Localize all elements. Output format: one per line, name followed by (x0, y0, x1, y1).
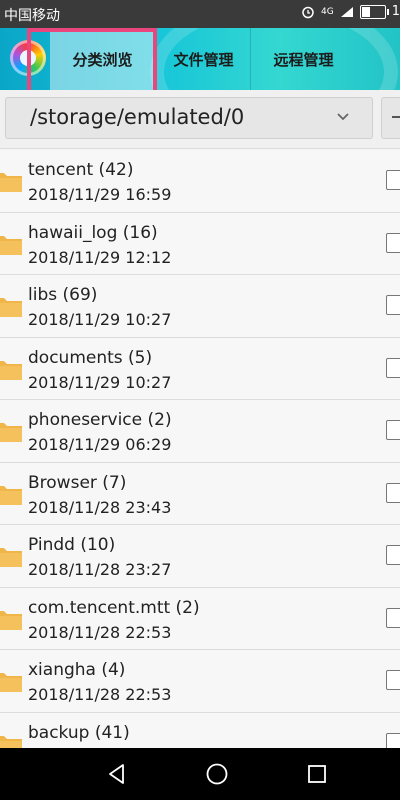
alarm-icon (302, 6, 314, 18)
folder-icon (0, 673, 22, 692)
list-item[interactable]: Pindd (10) 2018/11/28 23:27 (0, 525, 400, 588)
list-item[interactable]: phoneservice (2) 2018/11/29 06:29 (0, 400, 400, 463)
system-nav-bar (0, 748, 400, 800)
file-list: tencent (42) 2018/11/29 16:59 hawaii_log… (0, 150, 400, 748)
select-checkbox[interactable] (386, 420, 400, 440)
file-name: xiangha (4) (28, 660, 126, 680)
file-date: 2018/11/28 22:53 (28, 685, 172, 704)
status-icons: 4G 1 (301, 4, 400, 19)
file-date: 2018/11/28 23:27 (28, 560, 172, 579)
file-date: 2018/11/29 12:12 (28, 247, 172, 267)
file-name: hawaii_log (16) (28, 222, 158, 243)
select-checkbox[interactable] (386, 732, 400, 748)
list-item[interactable]: libs (69) 2018/11/29 10:27 (0, 275, 400, 338)
tab-remote-management[interactable]: 远程管理 (250, 28, 356, 90)
list-item[interactable]: backup (41) (0, 713, 400, 748)
tab-label: 远程管理 (273, 50, 334, 69)
select-checkbox[interactable] (386, 670, 400, 690)
folder-icon (0, 610, 22, 630)
recents-icon[interactable] (305, 762, 329, 786)
folder-icon (0, 235, 22, 255)
file-name: com.tencent.mtt (2) (28, 597, 200, 618)
path-text: /storage/emulated/0 (30, 105, 245, 129)
select-checkbox[interactable] (386, 232, 400, 253)
list-item[interactable]: documents (5) 2018/11/29 10:27 (0, 338, 400, 400)
tab-file-management[interactable]: 文件管理 (155, 28, 251, 90)
folder-icon (0, 173, 22, 192)
list-item[interactable]: hawaii_log (16) 2018/11/29 12:12 (0, 213, 400, 275)
file-name: phoneservice (2) (28, 410, 172, 430)
file-name: Browser (7) (28, 472, 127, 493)
select-checkbox[interactable] (386, 482, 400, 503)
file-name: backup (41) (28, 722, 130, 743)
folder-icon (0, 485, 22, 505)
signal-icon (340, 6, 353, 17)
home-icon[interactable] (205, 762, 229, 786)
folder-icon (0, 423, 22, 442)
file-name: libs (69) (28, 285, 98, 305)
file-date: 2018/11/28 22:53 (28, 622, 172, 642)
folder-icon (0, 360, 22, 380)
folder-icon (0, 298, 22, 317)
time-label: 1 (391, 4, 400, 19)
select-checkbox[interactable] (386, 295, 400, 315)
file-name: Pindd (10) (28, 535, 116, 555)
tab-label: 文件管理 (173, 50, 234, 69)
status-bar: 中国移动 4G 1 (0, 0, 400, 28)
file-name: tencent (42) (28, 160, 134, 180)
back-icon[interactable] (105, 762, 129, 786)
folder-icon (0, 548, 22, 567)
file-name: documents (5) (28, 347, 153, 368)
tab-label: 分类浏览 (72, 50, 133, 69)
up-directory-button[interactable] (381, 97, 400, 139)
file-date: 2018/11/29 10:27 (28, 310, 172, 329)
app-header: 分类浏览 文件管理 远程管理 (0, 28, 400, 90)
select-checkbox[interactable] (386, 170, 400, 190)
list-item[interactable]: Browser (7) 2018/11/28 23:43 (0, 463, 400, 525)
list-item[interactable]: xiangha (4) 2018/11/28 22:53 (0, 650, 400, 713)
network-label: 4G (321, 6, 334, 17)
select-checkbox[interactable] (386, 545, 400, 565)
list-item[interactable]: com.tencent.mtt (2) 2018/11/28 22:53 (0, 588, 400, 650)
carrier-label: 中国移动 (4, 8, 60, 24)
chevron-down-icon (337, 113, 349, 121)
path-dropdown[interactable]: /storage/emulated/0 (5, 97, 373, 139)
battery-icon (359, 4, 389, 19)
folder-icon (0, 735, 22, 748)
list-item[interactable]: tencent (42) 2018/11/29 16:59 (0, 150, 400, 213)
file-date: 2018/11/29 06:29 (28, 435, 172, 454)
select-checkbox[interactable] (386, 607, 400, 628)
file-date: 2018/11/29 16:59 (28, 185, 172, 204)
select-checkbox[interactable] (386, 357, 400, 378)
file-date: 2018/11/29 10:27 (28, 372, 172, 392)
file-date: 2018/11/28 23:43 (28, 497, 172, 517)
tab-category-browse[interactable]: 分类浏览 (50, 28, 155, 90)
path-bar: /storage/emulated/0 (0, 90, 400, 149)
app-logo-icon (10, 40, 46, 76)
